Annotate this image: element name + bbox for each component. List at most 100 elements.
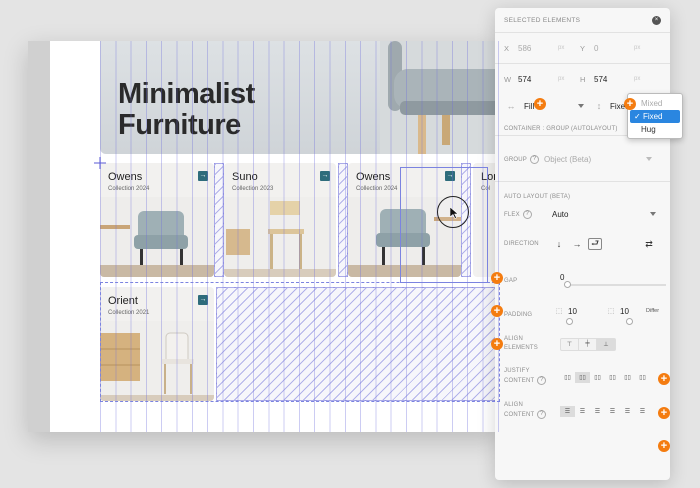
h-unit: px (634, 76, 641, 82)
flex-value: Auto (552, 209, 569, 219)
align-elements-label: ALIGN ELEMENTS (504, 336, 538, 351)
align-content-end-icon[interactable]: ☰ (590, 406, 605, 417)
w-input[interactable]: 574 (518, 75, 558, 84)
padding-horizontal-icon: ⬚ (555, 308, 563, 315)
cursor-highlight (437, 196, 469, 228)
padding-slider-knob[interactable] (566, 318, 573, 325)
hero-banner[interactable]: Minimalist Furniture (100, 41, 500, 154)
x-input[interactable]: 586 (518, 44, 558, 53)
arrow-right-icon[interactable]: → (198, 295, 208, 305)
add-marker-icon[interactable]: + (624, 98, 636, 110)
direction-down-icon[interactable]: ↓ (552, 238, 566, 250)
add-marker-icon[interactable]: + (658, 440, 670, 452)
align-content-center-icon[interactable]: ☰ (575, 406, 590, 417)
vertical-resize-icon: ↕ (596, 101, 602, 111)
flex-label: FLEX? (504, 209, 552, 219)
h-label: H (580, 74, 586, 84)
align-content-between-icon[interactable]: ☰ (605, 406, 620, 417)
gap-row: GAP 0 (504, 260, 666, 294)
flex-dropdown[interactable]: Auto (552, 210, 656, 219)
armchair-image (100, 197, 214, 277)
add-marker-icon[interactable]: + (658, 373, 670, 385)
align-content-evenly-icon[interactable]: ☰ (635, 406, 650, 417)
gap-slider-knob[interactable] (564, 281, 571, 288)
group-row: GROUP? Object (Beta) (504, 136, 661, 182)
width-mode-dropdown[interactable]: Fill (524, 102, 584, 111)
align-middle-icon[interactable]: ╪ (579, 338, 597, 350)
justify-center-icon[interactable]: ▯▯ (575, 371, 590, 383)
card-subtitle: Col (481, 186, 491, 192)
height-mode-popup[interactable]: Mixed ✓ Fixed Hug (627, 93, 683, 139)
direction-right-icon[interactable]: → (570, 238, 584, 250)
justify-start-icon[interactable]: ▯▯ (560, 372, 575, 383)
direction-label: DIRECTION (504, 241, 539, 247)
hero-chair-image (380, 41, 500, 154)
arrow-right-icon[interactable]: → (198, 171, 208, 181)
x-unit: px (558, 45, 565, 51)
align-content-around-icon[interactable]: ☰ (620, 406, 635, 417)
group-section: GROUP? Object (Beta) (495, 135, 670, 181)
align-elements-row: ALIGN ELEMENTS ⊤ ╪ ⊥ (504, 328, 661, 360)
gap-indicator (338, 163, 348, 277)
group-dropdown[interactable]: Object (Beta) (544, 155, 652, 164)
padding-row: PADDING ⬚ 10 ⬚ 10 Differ (504, 294, 661, 328)
add-marker-icon[interactable]: + (491, 305, 503, 317)
card-title: Owens (356, 171, 391, 183)
arrow-right-icon[interactable]: → (445, 171, 455, 181)
help-icon[interactable]: ? (537, 376, 547, 386)
card-subtitle: Collection 2024 (108, 186, 150, 192)
panel-title: SELECTED ELEMENTS (504, 16, 581, 24)
swap-direction-icon[interactable]: ⇄ (642, 238, 656, 250)
canvas-gutter (28, 41, 50, 432)
horizontal-resize-icon: ↔ (506, 101, 516, 111)
close-icon[interactable]: × (652, 15, 661, 25)
crosshair-icon (94, 157, 106, 169)
selection-properties-panel: SELECTED ELEMENTS × X 586 px Y 0 px W 57… (495, 8, 670, 480)
justify-space-between-icon[interactable]: ▯▯ (605, 372, 620, 383)
position-row: X 586 px Y 0 px (504, 33, 661, 63)
product-card[interactable]: Orient Collection 2021 → (100, 287, 214, 401)
align-bottom-icon[interactable]: ⊥ (597, 338, 615, 350)
padding-horizontal-input[interactable]: 10 (568, 307, 604, 316)
direction-wrap-icon[interactable]: ⮐ (588, 238, 602, 250)
card-title: Owens (108, 171, 143, 183)
padding-slider-knob[interactable] (626, 318, 633, 325)
arrow-right-icon[interactable]: → (320, 171, 330, 181)
x-label: X (504, 43, 510, 53)
justify-end-icon[interactable]: ▯▯ (590, 372, 605, 383)
help-icon[interactable]: ? (537, 410, 547, 420)
product-card[interactable]: Suno Collection 2023 → (224, 163, 336, 277)
popup-option-fixed[interactable]: ✓ Fixed (630, 110, 680, 123)
add-marker-icon[interactable]: + (491, 272, 503, 284)
group-value: Object (Beta) (544, 154, 592, 164)
padding-vertical-input[interactable]: 10 (620, 307, 646, 316)
y-input[interactable]: 0 (594, 44, 634, 53)
align-top-icon[interactable]: ⊤ (561, 338, 579, 350)
padding-label: PADDING (504, 312, 533, 318)
add-marker-icon[interactable]: + (658, 407, 670, 419)
product-card[interactable]: Owens Collection 2024 → (100, 163, 214, 277)
help-icon[interactable]: ? (522, 209, 532, 219)
y-unit: px (634, 45, 641, 51)
popup-option-hug[interactable]: Hug (628, 123, 682, 136)
align-elements-control[interactable]: ⊤ ╪ ⊥ (560, 337, 616, 351)
add-marker-icon[interactable]: + (534, 98, 546, 110)
help-icon[interactable]: ? (530, 154, 540, 164)
gap-slider-track[interactable] (566, 284, 666, 286)
align-content-start-icon[interactable]: ☰ (560, 405, 575, 417)
auto-layout-section: AUTO LAYOUT (BETA) FLEX? Auto DIRECTION … (495, 181, 670, 480)
direction-row: DIRECTION ↓ → ⮐ ⇄ (504, 228, 661, 260)
dining-set-image (100, 321, 214, 401)
popup-option-mixed[interactable]: Mixed (628, 97, 682, 110)
justify-content-control[interactable]: ▯▯ ▯▯ ▯▯ ▯▯ ▯▯ ▯▯ (560, 371, 650, 383)
justify-space-evenly-icon[interactable]: ▯▯ (635, 372, 650, 383)
padding-differ-toggle[interactable]: Differ (646, 308, 659, 314)
justify-space-around-icon[interactable]: ▯▯ (620, 372, 635, 383)
group-label: GROUP? (504, 154, 544, 164)
gap-input[interactable]: 0 (560, 273, 564, 282)
align-content-control[interactable]: ☰ ☰ ☰ ☰ ☰ ☰ (560, 405, 650, 417)
stool-image (224, 197, 336, 277)
add-marker-icon[interactable]: + (491, 338, 503, 350)
chevron-down-icon (646, 157, 652, 161)
h-input[interactable]: 574 (594, 75, 634, 84)
